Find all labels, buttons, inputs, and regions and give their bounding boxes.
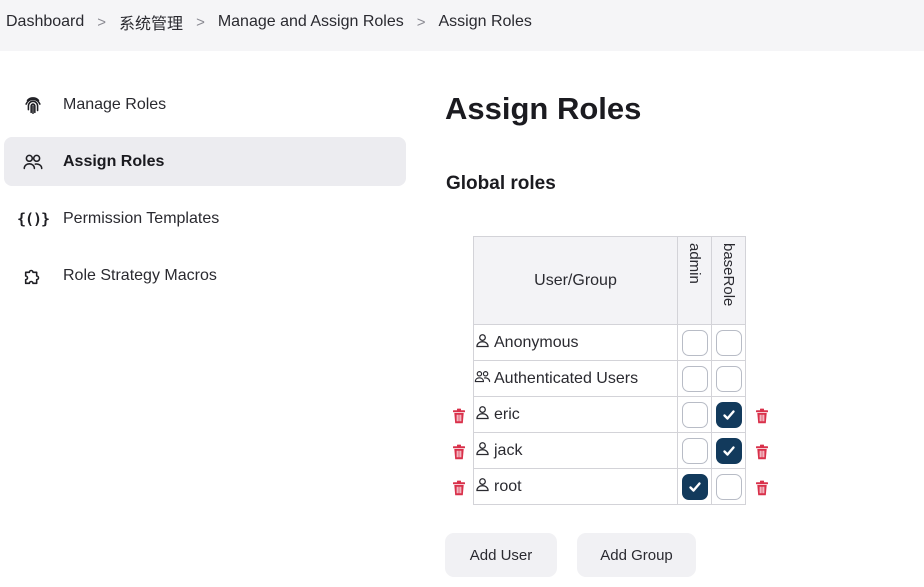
page-title: Assign Roles	[445, 91, 642, 126]
role-cell-baserole	[711, 324, 746, 361]
users-icon	[474, 368, 491, 390]
add-group-button[interactable]: Add Group	[577, 533, 696, 577]
role-cell-admin	[677, 396, 712, 433]
sidebar-item-assign-roles[interactable]: Assign Roles	[4, 137, 406, 186]
role-header-label: admin	[686, 243, 703, 284]
role-cell-admin	[677, 324, 712, 361]
breadcrumb-system-management[interactable]: 系统管理	[119, 10, 183, 34]
admin-checkbox[interactable]	[681, 401, 708, 428]
sidebar-item-permission-templates[interactable]: {()} Permission Templates	[4, 194, 406, 243]
delete-row-trash-icon-left[interactable]	[452, 444, 466, 460]
table-row: Authenticated Users	[473, 360, 746, 397]
sidebar-item-label: Assign Roles	[63, 152, 165, 170]
user-icon	[474, 332, 491, 354]
baserole-checkbox[interactable]	[715, 401, 742, 428]
user-group-header: User/Group	[473, 236, 678, 325]
user-group-cell: jack	[473, 432, 678, 469]
delete-row-trash-icon-right[interactable]	[755, 408, 769, 424]
sidebar-item-role-strategy-macros[interactable]: Role Strategy Macros	[4, 251, 406, 300]
baserole-checkbox[interactable]	[715, 365, 742, 392]
user-group-name: Authenticated Users	[494, 369, 639, 387]
table-row: Anonymous	[473, 324, 746, 361]
user-group-cell: Authenticated Users	[473, 360, 678, 397]
user-group-cell: root	[473, 468, 678, 505]
role-header-admin: admin	[677, 236, 712, 325]
chevron-right-icon: >	[196, 13, 205, 31]
role-header-baserole: baseRole	[711, 236, 746, 325]
table-row: eric	[473, 396, 746, 433]
role-cell-admin	[677, 360, 712, 397]
breadcrumb-dashboard[interactable]: Dashboard	[6, 13, 84, 31]
breadcrumb-bar: Dashboard > 系统管理 > Manage and Assign Rol…	[0, 0, 924, 51]
role-cell-admin	[677, 432, 712, 469]
table-row: jack	[473, 432, 746, 469]
breadcrumb-manage-and-assign-roles[interactable]: Manage and Assign Roles	[218, 13, 404, 31]
baserole-checkbox[interactable]	[715, 329, 742, 356]
user-icon	[474, 440, 491, 462]
sidebar-item-label: Permission Templates	[63, 209, 220, 227]
role-cell-baserole	[711, 468, 746, 505]
sidebar: Manage Roles Assign Roles {()} Permissio…	[4, 80, 406, 308]
user-group-cell: Anonymous	[473, 324, 678, 361]
user-icon	[474, 476, 491, 498]
admin-checkbox[interactable]	[681, 437, 708, 464]
fingerprint-icon	[20, 92, 46, 118]
role-cell-baserole	[711, 360, 746, 397]
braces-icon: {()}	[16, 209, 50, 228]
role-cell-baserole	[711, 432, 746, 469]
user-group-name: Anonymous	[494, 333, 579, 351]
baserole-checkbox[interactable]	[715, 473, 742, 500]
role-cell-baserole	[711, 396, 746, 433]
role-header-label: baseRole	[720, 243, 737, 307]
users-icon	[20, 149, 46, 175]
user-group-cell: eric	[473, 396, 678, 433]
table-body: Anonymous Authenticated Users eric jack root	[473, 324, 746, 505]
baserole-checkbox[interactable]	[715, 437, 742, 464]
sidebar-item-label: Manage Roles	[63, 95, 167, 113]
user-group-name: root	[494, 477, 522, 495]
user-group-name: eric	[494, 405, 520, 423]
puzzle-icon	[20, 263, 46, 289]
breadcrumb: Dashboard > 系统管理 > Manage and Assign Rol…	[0, 0, 924, 44]
admin-checkbox[interactable]	[681, 365, 708, 392]
sidebar-item-manage-roles[interactable]: Manage Roles	[4, 80, 406, 129]
section-title-global-roles: Global roles	[446, 173, 556, 194]
user-icon	[474, 404, 491, 426]
add-user-button[interactable]: Add User	[445, 533, 557, 577]
chevron-right-icon: >	[97, 13, 107, 31]
delete-row-trash-icon-left[interactable]	[452, 408, 466, 424]
delete-row-trash-icon-left[interactable]	[452, 480, 466, 496]
sidebar-item-label: Role Strategy Macros	[63, 266, 217, 284]
user-group-name: jack	[494, 441, 523, 459]
delete-row-trash-icon-right[interactable]	[755, 444, 769, 460]
role-cell-admin	[677, 468, 712, 505]
chevron-right-icon: >	[416, 13, 426, 31]
breadcrumb-assign-roles[interactable]: Assign Roles	[439, 13, 532, 31]
global-roles-table: User/Group admin baseRole Anonymous Authe…	[473, 236, 746, 505]
table-header-row: User/Group admin baseRole	[473, 236, 746, 325]
table-row: root	[473, 468, 746, 505]
delete-row-trash-icon-right[interactable]	[755, 480, 769, 496]
admin-checkbox[interactable]	[681, 473, 708, 500]
admin-checkbox[interactable]	[681, 329, 708, 356]
